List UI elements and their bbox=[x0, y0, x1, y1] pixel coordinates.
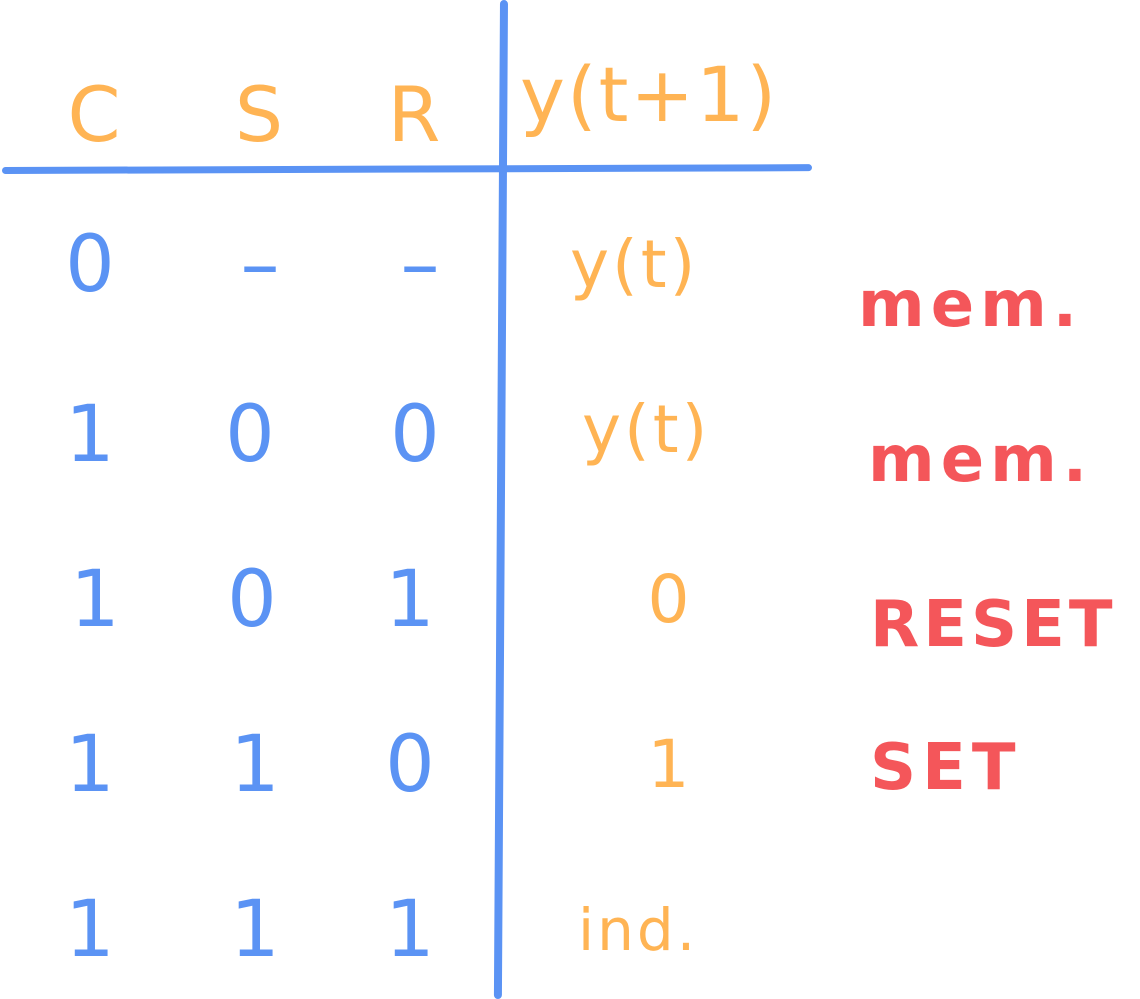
row-5-r: 1 bbox=[385, 885, 435, 975]
row-2-s: 0 bbox=[225, 390, 275, 480]
row-1-note: mem. bbox=[858, 268, 1084, 342]
header-c: C bbox=[67, 70, 123, 159]
row-3-note: RESET bbox=[870, 588, 1117, 662]
row-5-c: 1 bbox=[65, 885, 115, 975]
row-1-y: y(t) bbox=[570, 226, 699, 303]
header-r: R bbox=[387, 70, 443, 159]
row-2-r: 0 bbox=[390, 390, 440, 480]
row-1-c: 0 bbox=[65, 220, 115, 310]
header-divider bbox=[1, 164, 813, 174]
truth-table: C S R y(t+1) 0 – – y(t) mem. 1 0 0 y(t) … bbox=[0, 0, 1140, 999]
row-1-s: – bbox=[240, 220, 280, 310]
row-3-c: 1 bbox=[70, 555, 120, 645]
row-5-y: ind. bbox=[578, 896, 699, 964]
row-4-r: 0 bbox=[385, 720, 435, 810]
row-5-s: 1 bbox=[230, 885, 280, 975]
row-3-y: 0 bbox=[647, 561, 693, 638]
row-2-note: mem. bbox=[868, 423, 1094, 497]
vertical-divider bbox=[493, 0, 508, 999]
row-4-c: 1 bbox=[65, 720, 115, 810]
row-4-note: SET bbox=[870, 731, 1022, 805]
row-4-y: 1 bbox=[647, 726, 693, 803]
header-s: S bbox=[234, 70, 286, 159]
row-3-s: 0 bbox=[227, 555, 277, 645]
row-4-s: 1 bbox=[230, 720, 280, 810]
row-5-note bbox=[870, 885, 1070, 965]
row-3-r: 1 bbox=[385, 555, 435, 645]
row-2-y: y(t) bbox=[582, 391, 711, 468]
header-y: y(t+1) bbox=[520, 50, 779, 139]
row-2-c: 1 bbox=[65, 390, 115, 480]
row-1-r: – bbox=[400, 220, 440, 310]
